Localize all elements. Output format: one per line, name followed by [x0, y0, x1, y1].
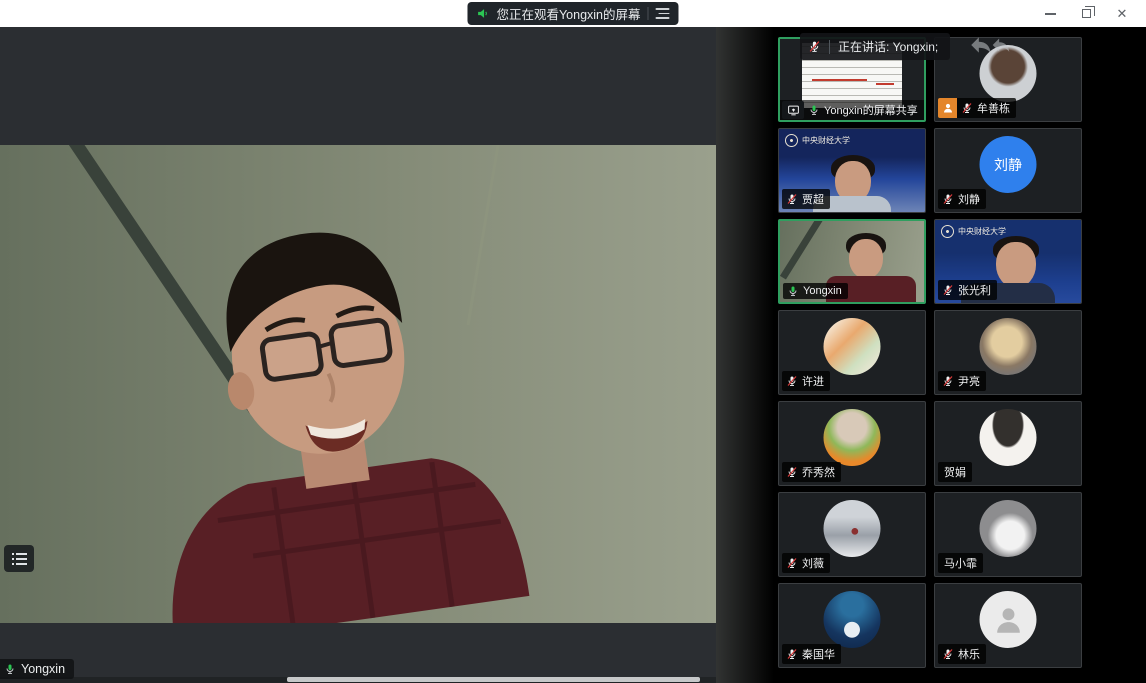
- tile-participant[interactable]: 许进: [778, 310, 926, 395]
- speaking-banner[interactable]: 正在讲话: Yongxin;: [800, 33, 950, 60]
- participants-sidebar: Yongxin的屏幕共享 牟善栋 中央财经: [716, 27, 1146, 683]
- mic-muted-icon: [786, 466, 798, 478]
- close-button[interactable]: ✕: [1108, 2, 1136, 26]
- main-stage: Yongxin: [0, 27, 716, 683]
- tile-participant[interactable]: 尹亮: [934, 310, 1082, 395]
- participant-name: 刘薇: [802, 555, 824, 571]
- participant-name: 秦国华: [802, 646, 835, 662]
- participant-name: 刘静: [958, 191, 980, 207]
- participant-name: Yongxin: [803, 285, 842, 297]
- participant-name: 林乐: [958, 646, 980, 662]
- tile-participant-yongxin[interactable]: Yongxin: [778, 219, 926, 304]
- tile-participant[interactable]: 秦国华: [778, 583, 926, 668]
- minimize-icon: [1045, 13, 1056, 15]
- share-scrollbar-thumb[interactable]: [287, 677, 700, 682]
- university-name: 中央财经大学: [802, 135, 850, 146]
- tile-participant[interactable]: 刘薇: [778, 492, 926, 577]
- speaking-banner-text: 正在讲话: Yongxin;: [838, 38, 938, 55]
- tile-participant[interactable]: 刘静 刘静: [934, 128, 1082, 213]
- host-badge-icon: [938, 98, 957, 118]
- participant-name: Yongxin的屏幕共享: [824, 102, 918, 118]
- mic-muted-icon: [942, 648, 954, 660]
- title-bar: 您正在观看Yongxin的屏幕 ✕: [0, 0, 1146, 27]
- mic-muted-icon: [786, 193, 798, 205]
- avatar-photo: [980, 409, 1037, 466]
- watching-screen-label: 您正在观看Yongxin的屏幕: [496, 4, 640, 23]
- window-controls: ✕: [1036, 0, 1136, 27]
- screen-share-label: Yongxin的屏幕共享: [780, 100, 924, 120]
- mic-on-icon: [787, 285, 799, 297]
- redo-arrow-icon: [990, 34, 1012, 56]
- speaker-on-icon: [476, 7, 489, 20]
- meeting-controls-menu-icon[interactable]: [656, 8, 670, 19]
- watching-screen-pill[interactable]: 您正在观看Yongxin的屏幕: [467, 2, 678, 25]
- stage-video-yongxin[interactable]: [0, 145, 716, 623]
- participant-name: 牟善栋: [977, 100, 1010, 116]
- tile-participant[interactable]: 贺娟: [934, 401, 1082, 486]
- avatar-photo: [980, 500, 1037, 557]
- mic-muted-icon: [808, 40, 821, 53]
- stage-speaker-name: Yongxin: [21, 662, 65, 676]
- participant-name: 贺娟: [944, 464, 966, 480]
- university-name: 中央财经大学: [958, 226, 1006, 237]
- minimize-button[interactable]: [1036, 2, 1064, 26]
- mic-muted-icon: [786, 375, 798, 387]
- participant-name: 马小霏: [944, 555, 977, 571]
- mic-muted-icon: [961, 102, 973, 114]
- close-icon: ✕: [1117, 7, 1128, 20]
- participant-name: 许进: [802, 373, 824, 389]
- avatar-photo: [980, 318, 1037, 375]
- avatar-text: 刘静: [994, 155, 1022, 175]
- stage-speaker-label: Yongxin: [0, 659, 74, 679]
- list-view-icon: [12, 553, 27, 565]
- annotation-undo-arrows[interactable]: [968, 32, 1022, 58]
- restore-icon: [1082, 9, 1091, 18]
- participant-name: 乔秀然: [802, 464, 835, 480]
- meeting-window: 您正在观看Yongxin的屏幕 ✕: [0, 0, 1146, 683]
- mic-muted-icon: [786, 648, 798, 660]
- restore-button[interactable]: [1072, 2, 1100, 26]
- banner-divider: [829, 40, 830, 54]
- avatar-default-icon: [980, 591, 1037, 648]
- tile-participant[interactable]: 中央财经大学 贾超: [778, 128, 926, 213]
- tile-participant[interactable]: 林乐: [934, 583, 1082, 668]
- mic-on-icon: [808, 104, 820, 116]
- participants-grid: Yongxin的屏幕共享 牟善栋 中央财经: [778, 37, 1082, 668]
- participant-name: 贾超: [802, 191, 824, 207]
- tile-participant[interactable]: 乔秀然: [778, 401, 926, 486]
- avatar-photo: [824, 591, 881, 648]
- share-scrollbar-track: [0, 677, 716, 683]
- participant-name: 尹亮: [958, 373, 980, 389]
- participant-name: 张光利: [958, 282, 991, 298]
- pill-divider: [648, 7, 649, 20]
- mic-muted-icon: [942, 375, 954, 387]
- tile-participant[interactable]: 马小霏: [934, 492, 1082, 577]
- avatar-initials: 刘静: [980, 136, 1037, 193]
- avatar-photo: [824, 500, 881, 557]
- mic-on-icon: [4, 663, 16, 675]
- avatar-photo: [824, 318, 881, 375]
- screen-share-icon: [782, 101, 804, 119]
- speaker-video-frame: [0, 145, 716, 623]
- mic-muted-icon: [942, 193, 954, 205]
- mic-muted-icon: [942, 284, 954, 296]
- university-crest: 中央财经大学: [941, 225, 1006, 238]
- tile-participant[interactable]: 中央财经大学 张光利: [934, 219, 1082, 304]
- mic-muted-icon: [786, 557, 798, 569]
- participant-list-toggle-button[interactable]: [4, 545, 34, 572]
- avatar-photo: [824, 409, 881, 466]
- university-crest: 中央财经大学: [785, 134, 850, 147]
